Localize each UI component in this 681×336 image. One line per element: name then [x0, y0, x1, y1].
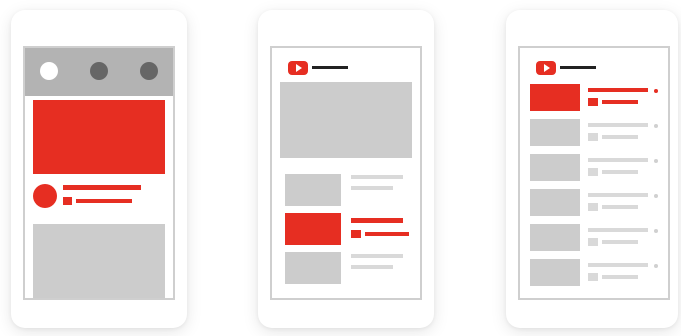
phone-mockup-list — [506, 10, 678, 328]
video-player[interactable] — [280, 82, 412, 158]
list-item-meta-line — [602, 135, 638, 139]
illustration-canvas — [0, 0, 681, 336]
logo-wordmark-line — [312, 66, 348, 69]
channel-icon — [588, 168, 598, 176]
phone-mockup-app — [11, 10, 187, 328]
phone-mockup-mobile-web — [258, 10, 434, 328]
nav-circle-icon[interactable] — [90, 62, 108, 80]
list-item-title-line — [351, 175, 403, 179]
list-item-thumbnail[interactable] — [530, 259, 580, 286]
list-item-thumbnail-active[interactable] — [285, 213, 341, 245]
more-icon[interactable] — [654, 124, 658, 128]
list-item-meta-line — [351, 186, 393, 190]
logo-wordmark-line — [560, 66, 596, 69]
list-item-title-line — [588, 193, 648, 197]
channel-name-line — [76, 199, 132, 203]
phone-screen — [23, 46, 175, 300]
more-icon[interactable] — [654, 229, 658, 233]
video-player[interactable] — [33, 100, 165, 174]
list-item-meta-line — [602, 100, 638, 104]
list-item-title-line — [351, 218, 403, 223]
list-item-title-line — [588, 158, 648, 162]
content-placeholder — [33, 224, 165, 298]
video-title-line — [63, 185, 141, 190]
nav-bar — [25, 48, 173, 96]
list-item-thumbnail[interactable] — [285, 174, 341, 206]
list-item-thumbnail[interactable] — [530, 119, 580, 146]
list-item-thumbnail[interactable] — [530, 224, 580, 251]
channel-icon — [351, 230, 361, 238]
list-item-thumbnail[interactable] — [530, 154, 580, 181]
channel-icon — [588, 133, 598, 141]
phone-screen — [518, 46, 670, 300]
list-item-title-line — [588, 88, 648, 92]
more-icon[interactable] — [654, 264, 658, 268]
list-item-title-line — [351, 254, 403, 258]
channel-icon — [588, 98, 598, 106]
list-item-meta-line — [351, 265, 393, 269]
channel-icon — [588, 203, 598, 211]
list-item-meta-line — [602, 205, 638, 209]
list-item-thumbnail[interactable] — [285, 252, 341, 284]
list-item-meta-line — [365, 232, 409, 236]
channel-icon — [588, 238, 598, 246]
list-item-thumbnail-active[interactable] — [530, 84, 580, 111]
list-item-meta-line — [602, 240, 638, 244]
list-item-title-line — [588, 123, 648, 127]
list-item-meta-line — [602, 170, 638, 174]
nav-home-icon[interactable] — [40, 62, 58, 80]
list-item-meta-line — [602, 275, 638, 279]
channel-icon — [63, 197, 72, 205]
play-logo-icon[interactable] — [536, 61, 556, 75]
play-logo-icon[interactable] — [288, 61, 308, 75]
nav-circle-icon[interactable] — [140, 62, 158, 80]
list-item-title-line — [588, 263, 648, 267]
more-icon[interactable] — [654, 159, 658, 163]
channel-avatar[interactable] — [33, 184, 57, 208]
channel-icon — [588, 273, 598, 281]
list-item-title-line — [588, 228, 648, 232]
list-item-thumbnail[interactable] — [530, 189, 580, 216]
more-icon[interactable] — [654, 194, 658, 198]
phone-screen — [270, 46, 422, 300]
more-icon[interactable] — [654, 89, 658, 93]
